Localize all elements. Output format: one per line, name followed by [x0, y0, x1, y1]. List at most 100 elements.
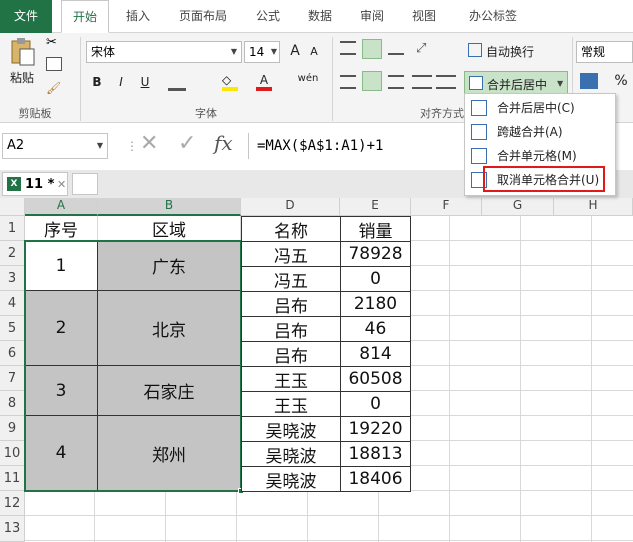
phonetic-icon[interactable]: wén: [296, 73, 320, 84]
table-cell[interactable]: 吕布: [241, 291, 341, 317]
workbook-tab[interactable]: X 11 * ✕: [2, 172, 68, 196]
table-cell[interactable]: 0: [340, 266, 411, 292]
column-header-d[interactable]: D: [241, 198, 340, 216]
tab-view[interactable]: 视图: [402, 0, 446, 33]
new-tab-button[interactable]: [72, 173, 98, 195]
table-cell[interactable]: 王玉: [241, 391, 341, 417]
align-right-icon[interactable]: [388, 75, 404, 89]
cut-icon[interactable]: ✂: [46, 35, 62, 51]
cancel-icon[interactable]: ✕: [140, 131, 162, 159]
tab-page-layout[interactable]: 页面布局: [170, 0, 236, 33]
table-cell[interactable]: 46: [340, 316, 411, 342]
table-cell[interactable]: 18406: [340, 466, 411, 492]
row-header-4[interactable]: 4: [0, 291, 25, 316]
menu-item-merge-cells[interactable]: 合并单元格(M): [465, 144, 615, 168]
cell-b1[interactable]: 区域: [98, 216, 241, 241]
column-header-a[interactable]: A: [25, 198, 98, 216]
table-cell[interactable]: 吴晓波: [241, 416, 341, 442]
row-header-9[interactable]: 9: [0, 416, 25, 441]
cell-d1[interactable]: 名称: [241, 216, 341, 242]
font-color-icon[interactable]: A: [256, 73, 272, 91]
insert-function-icon[interactable]: fx: [214, 131, 242, 159]
table-cell[interactable]: 60508: [340, 366, 411, 392]
format-painter-icon[interactable]: 🖌: [46, 81, 62, 95]
formula-input[interactable]: =MAX($A$1:A1)+1: [248, 133, 468, 159]
close-icon[interactable]: ✕: [57, 173, 66, 197]
cell-a1[interactable]: 序号: [25, 216, 98, 241]
tab-review[interactable]: 审阅: [350, 0, 394, 33]
merged-cell-b2[interactable]: 广东: [98, 241, 241, 291]
column-header-b[interactable]: B: [98, 198, 241, 216]
column-header-h[interactable]: H: [554, 198, 633, 216]
align-left-icon[interactable]: [340, 75, 356, 89]
row-header-13[interactable]: 13: [0, 516, 25, 542]
table-cell[interactable]: 王玉: [241, 366, 341, 392]
paste-button[interactable]: 粘贴: [4, 69, 40, 86]
percent-button[interactable]: %: [612, 73, 630, 89]
align-top-icon[interactable]: [340, 41, 356, 55]
row-header-3[interactable]: 3: [0, 266, 25, 291]
select-all-corner[interactable]: [0, 198, 25, 216]
row-header-8[interactable]: 8: [0, 391, 25, 416]
table-cell[interactable]: 78928: [340, 241, 411, 267]
increase-indent-icon[interactable]: [436, 75, 456, 89]
table-cell[interactable]: 吕布: [241, 316, 341, 342]
align-bottom-icon[interactable]: [388, 41, 404, 55]
table-cell[interactable]: 冯五: [241, 266, 341, 292]
merged-cell-b7[interactable]: 石家庄: [98, 366, 241, 416]
orientation-icon[interactable]: ⤢: [416, 41, 436, 57]
row-header-11[interactable]: 11: [0, 466, 25, 491]
tab-data[interactable]: 数据: [298, 0, 342, 33]
borders-icon[interactable]: [168, 75, 186, 91]
wrap-text-button[interactable]: 自动换行: [486, 43, 546, 60]
column-header-g[interactable]: G: [482, 198, 554, 216]
row-header-7[interactable]: 7: [0, 366, 25, 391]
tab-file[interactable]: 文件: [0, 0, 52, 33]
table-cell[interactable]: 吴晓波: [241, 466, 341, 492]
table-cell[interactable]: 814: [340, 341, 411, 367]
merged-cell-a7[interactable]: 3: [25, 366, 98, 416]
font-size-box[interactable]: 14 ▼: [244, 41, 280, 63]
column-header-f[interactable]: F: [411, 198, 482, 216]
table-cell[interactable]: 冯五: [241, 241, 341, 267]
align-center-icon[interactable]: [362, 71, 382, 91]
table-cell[interactable]: 0: [340, 391, 411, 417]
fill-color-icon[interactable]: ◇: [222, 73, 238, 91]
grow-font-icon[interactable]: A: [288, 43, 302, 59]
wrap-text-icon[interactable]: [468, 43, 482, 57]
underline-button[interactable]: U: [138, 75, 152, 89]
decrease-indent-icon[interactable]: [412, 75, 432, 89]
table-cell[interactable]: 吴晓波: [241, 441, 341, 467]
tab-office-tab[interactable]: 办公标签: [458, 0, 528, 33]
merged-cell-b9[interactable]: 郑州: [98, 416, 241, 491]
paste-icon[interactable]: [8, 37, 36, 67]
menu-item-merge-center[interactable]: 合并后居中(C): [465, 96, 615, 120]
merged-cell-a2[interactable]: 1: [25, 241, 98, 291]
merged-cell-b4[interactable]: 北京: [98, 291, 241, 366]
number-format-box[interactable]: 常规: [576, 41, 633, 63]
column-header-e[interactable]: E: [340, 198, 411, 216]
row-header-2[interactable]: 2: [0, 241, 25, 266]
table-cell[interactable]: 18813: [340, 441, 411, 467]
copy-icon[interactable]: [46, 57, 62, 71]
shrink-font-icon[interactable]: A: [308, 45, 320, 58]
tab-home[interactable]: 开始: [61, 0, 109, 33]
name-box[interactable]: A2 ▼: [2, 133, 108, 159]
merged-cell-a9[interactable]: 4: [25, 416, 98, 491]
align-middle-icon[interactable]: [362, 39, 382, 59]
merge-center-button[interactable]: 合并后居中 ▼: [464, 71, 568, 95]
enter-icon[interactable]: ✓: [178, 131, 200, 159]
table-cell[interactable]: 2180: [340, 291, 411, 317]
tab-formulas[interactable]: 公式: [246, 0, 290, 33]
bold-button[interactable]: B: [90, 75, 104, 89]
font-name-box[interactable]: 宋体 ▼: [86, 41, 242, 63]
merged-cell-a4[interactable]: 2: [25, 291, 98, 366]
table-cell[interactable]: 吕布: [241, 341, 341, 367]
row-header-6[interactable]: 6: [0, 341, 25, 366]
menu-item-merge-across[interactable]: 跨越合并(A): [465, 120, 615, 144]
row-header-10[interactable]: 10: [0, 441, 25, 466]
row-header-5[interactable]: 5: [0, 316, 25, 341]
row-header-1[interactable]: 1: [0, 216, 25, 241]
table-cell[interactable]: 19220: [340, 416, 411, 442]
menu-item-unmerge-cells[interactable]: 取消单元格合并(U): [465, 168, 615, 192]
